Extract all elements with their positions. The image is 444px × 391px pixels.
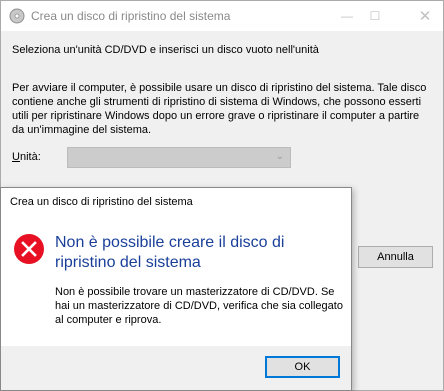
description-text: Per avviare il computer, è possibile usa… [12,82,427,136]
error-dialog-title: Crea un disco di ripristino del sistema [10,196,193,208]
main-window-title: Crea un disco di ripristino del sistema [31,9,231,23]
ok-button[interactable]: OK [265,356,340,378]
error-titlebar[interactable]: Crea un disco di ripristino del sistema [1,188,351,215]
disc-app-icon [9,8,25,24]
maximize-icon: ☐ [369,9,381,23]
drive-label-rest: nità: [19,151,41,163]
close-button[interactable]: ✕ [405,1,444,31]
error-heading: Non è possibile creare il disco di ripri… [55,234,285,271]
drive-label: Unità: [12,151,41,163]
close-icon: ✕ [418,8,432,25]
drive-dropdown[interactable]: ⌄ [67,147,291,168]
minimize-icon: — [341,9,353,23]
cancel-button[interactable]: Annulla [358,246,433,268]
error-footer: OK [1,346,351,390]
chevron-down-icon: ⌄ [275,151,284,162]
error-icon [13,233,45,265]
maximize-button[interactable]: ☐ [355,1,395,31]
error-message: Non è possibile trovare un masterizzator… [55,286,343,326]
drive-label-accesskey: U [12,151,20,163]
error-body: Non è possibile creare il disco di ripri… [1,215,351,346]
main-titlebar[interactable]: Crea un disco di ripristino del sistema … [1,1,443,31]
error-dialog: Crea un disco di ripristino del sistema … [0,187,352,391]
instruction-text: Seleziona un'unità CD/DVD e inserisci un… [12,44,319,56]
